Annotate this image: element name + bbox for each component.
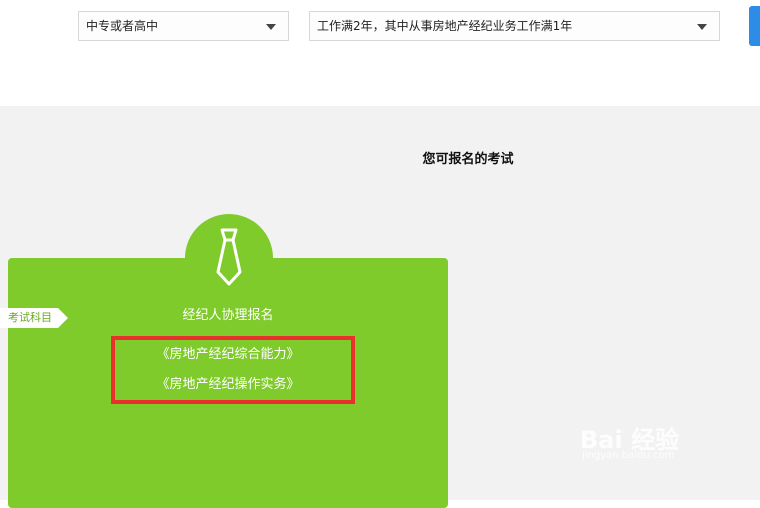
- highlight-annotation-box: [111, 336, 355, 404]
- tie-icon: [216, 228, 242, 286]
- exam-card-title: 经纪人协理报名: [182, 308, 274, 323]
- experience-select-value: 工作满2年，其中从事房地产经纪业务工作满1年: [317, 19, 573, 33]
- education-select[interactable]: 中专或者高中: [78, 11, 289, 41]
- chevron-down-icon: [697, 24, 707, 30]
- experience-select[interactable]: 工作满2年，其中从事房地产经纪业务工作满1年: [309, 11, 720, 41]
- chevron-down-icon: [266, 24, 276, 30]
- exam-card-icon-circle: [185, 214, 273, 302]
- query-button[interactable]: [749, 6, 760, 46]
- watermark-url: jingyan.baidu.com: [582, 450, 675, 461]
- exam-subjects-tag: 考试科目: [0, 308, 68, 328]
- education-select-value: 中专或者高中: [86, 19, 159, 33]
- top-filter-bar: 中专或者高中 工作满2年，其中从事房地产经纪业务工作满1年: [0, 0, 760, 106]
- section-title: 您可报名的考试: [422, 152, 514, 167]
- baidu-jingyan-watermark: Bai 经验 jingyan.baidu.com: [580, 420, 679, 461]
